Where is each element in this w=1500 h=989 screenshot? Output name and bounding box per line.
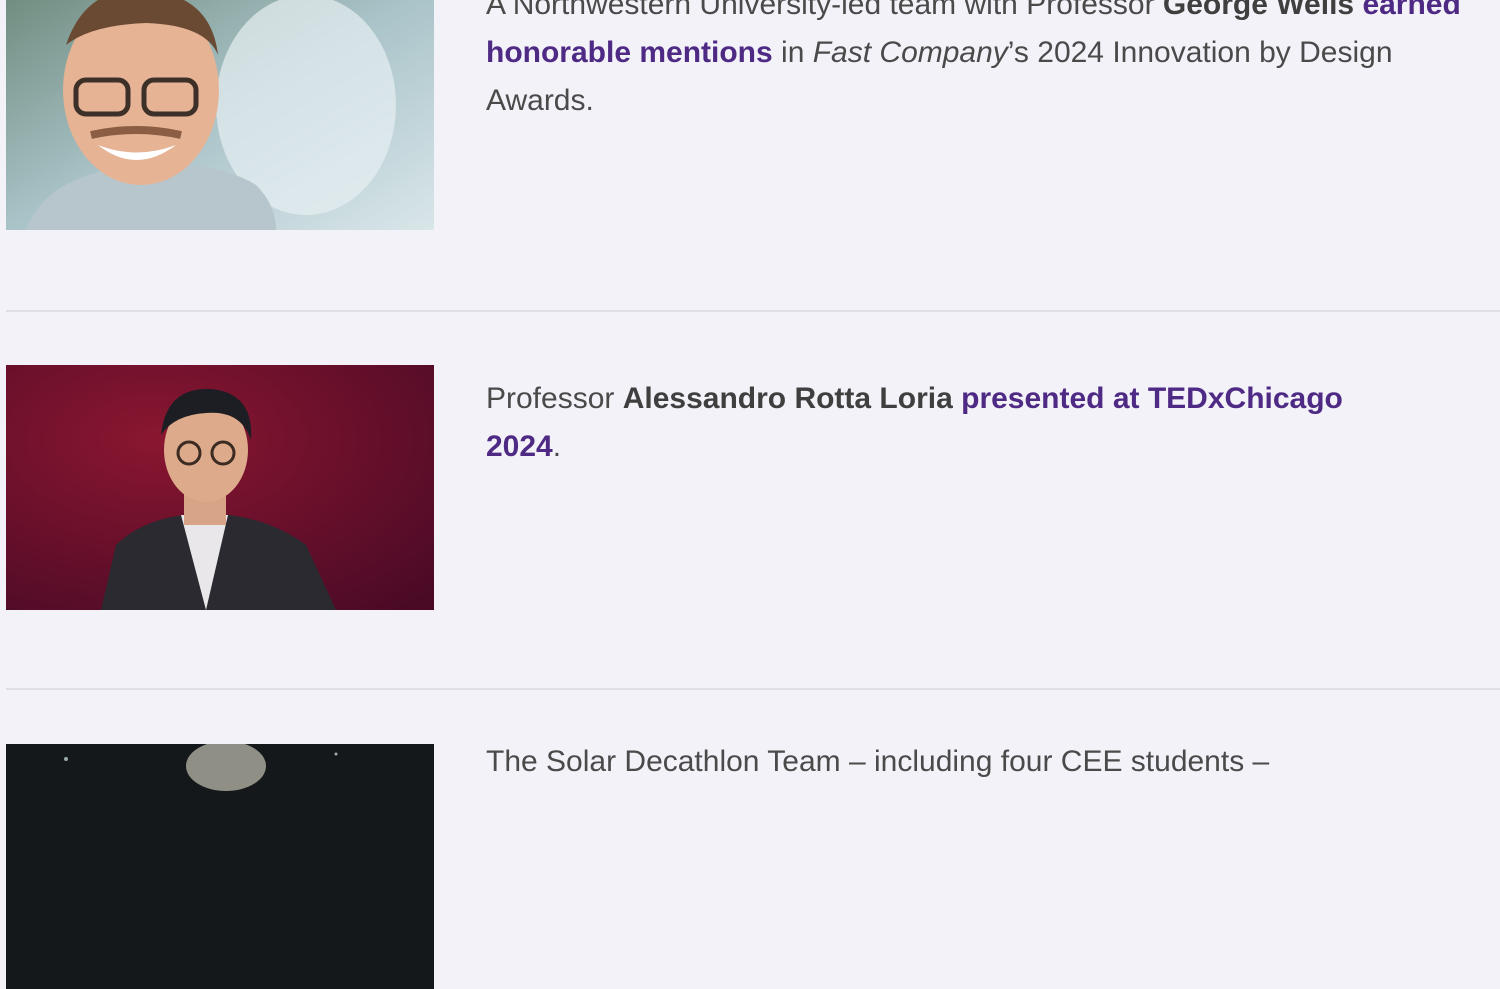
news-blurb: Professor Alessandro Rotta Loria present… [486,375,1346,471]
portrait-photo [6,0,434,230]
blurb-text: Professor [486,382,623,415]
news-photo-george-wells[interactable] [6,0,434,230]
person-name: George Wells [1162,0,1355,21]
blurb-text: A Northwestern University-led team with … [486,0,1163,21]
publication-name: Fast Company [812,36,1008,69]
news-photo-alessandro-rotta-loria[interactable] [6,365,434,610]
blurb-text: in [772,36,813,69]
blurb-text: The Solar Decathlon Team – including fou… [486,745,1270,778]
news-blurb: The Solar Decathlon Team – including fou… [486,738,1486,786]
blurb-text: . [552,430,562,463]
person-name: Alessandro Rotta Loria [622,382,953,415]
news-photo-solar-decathlon[interactable] [6,744,434,989]
speaker-photo [6,365,434,610]
divider [6,310,1500,312]
team-photo [6,744,434,989]
news-blurb: A Northwestern University-led team with … [486,0,1486,125]
divider [6,688,1500,690]
